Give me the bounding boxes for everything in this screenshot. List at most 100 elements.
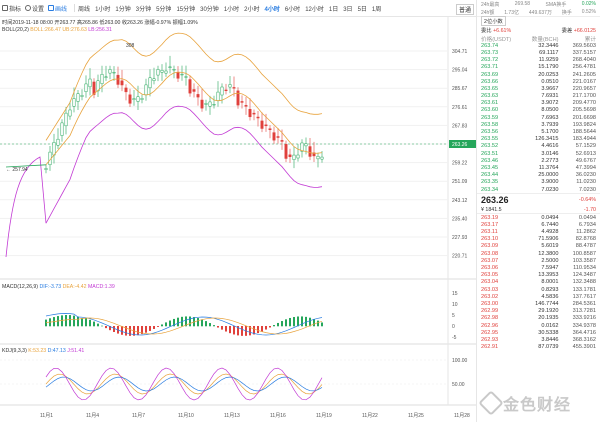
period-option[interactable]: 1日 — [329, 4, 338, 13]
bid-row[interactable]: 263.19 0.0494 0.0494 — [477, 214, 600, 221]
bid-row[interactable]: 262.91 87.0739 455.3901 — [477, 344, 600, 351]
candle-body — [152, 78, 156, 81]
asks-list: 263.74 32.3446 369.5603 263.73 69.1117 337.51… — [477, 42, 600, 193]
ask-row[interactable]: 263.59 7.6963 201.6698 — [477, 114, 600, 121]
ask-row[interactable]: 263.55 126.3415 183.4944 — [477, 136, 600, 143]
period-option[interactable]: 3分钟 — [136, 4, 151, 13]
macd-histogram-bar — [97, 323, 99, 327]
bid-row[interactable]: 263.06 7.5947 110.9534 — [477, 264, 600, 271]
ask-row[interactable]: 263.63 7.6931 217.1700 — [477, 93, 600, 100]
period-option[interactable]: 4小时 — [265, 4, 280, 13]
ask-row[interactable]: 263.58 3.7939 193.9824 — [477, 121, 600, 128]
ask-row[interactable]: 263.73 69.1117 337.5157 — [477, 49, 600, 56]
order-total: 256.4781 — [572, 64, 596, 71]
bid-row[interactable]: 262.96 0.0162 334.9378 — [477, 322, 600, 329]
ask-row[interactable]: 263.65 3.9667 220.9657 — [477, 85, 600, 92]
ask-row[interactable]: 263.60 8.0500 205.5698 — [477, 107, 600, 114]
bid-row[interactable]: 262.99 29.1920 313.7281 — [477, 308, 600, 315]
bid-row[interactable]: 262.95 30.5338 364.4716 — [477, 329, 600, 336]
kdj-axis-label: 100.00 — [452, 358, 468, 364]
ask-row[interactable]: 263.56 5.1700 188.5644 — [477, 128, 600, 135]
candle-body — [120, 80, 124, 86]
watermark-logo-icon — [478, 390, 504, 416]
ask-row[interactable]: 263.35 3.9000 11.0230 — [477, 179, 600, 186]
candle-body — [304, 143, 308, 147]
bid-row[interactable]: 263.03 0.8293 133.1781 — [477, 286, 600, 293]
candle-body — [264, 124, 268, 127]
toolbar-settings-button[interactable]: 设置 — [25, 4, 44, 13]
period-option[interactable]: 5日 — [358, 4, 367, 13]
order-price: 263.58 — [481, 121, 499, 128]
ask-row[interactable]: 263.66 0.0510 221.0167 — [477, 78, 600, 85]
macd-histogram-bar — [69, 315, 71, 327]
order-price: 263.45 — [481, 164, 499, 171]
candle-body — [248, 108, 252, 118]
period-option[interactable]: 1周 — [372, 4, 381, 13]
candle-body — [204, 103, 208, 105]
toolbar-indicator-button[interactable]: 指标 — [2, 4, 21, 13]
order-total: 52.6913 — [575, 150, 596, 157]
stat-high-label: 24h最高 — [481, 1, 500, 8]
bid-row[interactable]: 263.02 4.5836 137.7617 — [477, 293, 600, 300]
period-option[interactable]: 5分钟 — [156, 4, 171, 13]
candle-body — [176, 71, 180, 79]
period-option[interactable]: 15分钟 — [176, 4, 195, 13]
period-option[interactable]: 1小时 — [95, 4, 110, 13]
order-amount: 11.9259 — [538, 57, 559, 64]
candle-body — [88, 78, 92, 88]
ask-row[interactable]: 263.52 4.4616 57.1529 — [477, 143, 600, 150]
order-amount: 69.1117 — [539, 49, 559, 56]
order-price: 263.07 — [481, 257, 499, 264]
toolbar-draw-line-button[interactable]: 画线 — [48, 4, 67, 13]
ask-row[interactable]: 263.46 2.2773 49.6767 — [477, 157, 600, 164]
ask-row[interactable]: 263.74 32.3446 369.5603 — [477, 42, 600, 49]
bid-row[interactable]: 263.04 8.0001 132.3488 — [477, 279, 600, 286]
order-total: 333.9216 — [572, 315, 596, 322]
period-option[interactable]: 2小时 — [244, 4, 259, 13]
ask-row[interactable]: 263.61 3.9072 209.4770 — [477, 100, 600, 107]
toolbar-right-group: 普通 — [455, 4, 474, 15]
candle-body — [136, 96, 140, 102]
ask-row[interactable]: 263.51 3.0146 52.6913 — [477, 150, 600, 157]
bid-row[interactable]: 263.17 6.7440 6.7934 — [477, 221, 600, 228]
bid-row[interactable]: 262.93 3.8446 368.3162 — [477, 336, 600, 343]
period-option[interactable]: 周线 — [78, 4, 90, 13]
date-axis-label: 11月10 — [178, 413, 194, 419]
ask-row[interactable]: 263.44 25.0000 36.0230 — [477, 172, 600, 179]
ask-row[interactable]: 263.72 11.9259 268.4040 — [477, 57, 600, 64]
macd-histogram-bar — [73, 315, 75, 327]
ask-row[interactable]: 263.34 7.0230 7.0230 — [477, 186, 600, 193]
period-option[interactable]: 12小时 — [305, 4, 324, 13]
bid-row[interactable]: 263.10 71.5906 82.8768 — [477, 236, 600, 243]
depth-precision-select[interactable]: 2位小数 — [481, 16, 506, 26]
bid-row[interactable]: 263.11 4.4928 11.2862 — [477, 229, 600, 236]
bid-row[interactable]: 263.00 146.7744 284.5361 — [477, 300, 600, 307]
chart-mode-select[interactable]: 普通 — [455, 4, 474, 15]
bid-row[interactable]: 263.07 2.5000 103.3587 — [477, 257, 600, 264]
order-amount: 7.6931 — [541, 93, 559, 100]
ask-row[interactable]: 263.69 20.0253 241.2605 — [477, 71, 600, 78]
ask-row[interactable]: 263.45 11.3764 47.3994 — [477, 164, 600, 171]
candle-body — [256, 116, 260, 119]
ask-row[interactable]: 263.71 15.1790 256.4781 — [477, 64, 600, 71]
macd-histogram-bar — [297, 316, 299, 327]
period-option[interactable]: 1小时 — [224, 4, 239, 13]
order-amount: 5.1700 — [541, 129, 559, 136]
bid-row[interactable]: 263.05 13.3953 124.3487 — [477, 272, 600, 279]
candlestick-chart-svg[interactable]: 304.71 295.04 285.67 276.61 267.83 263.26 259.… — [0, 17, 476, 422]
period-option[interactable]: 1分钟 — [115, 4, 130, 13]
order-amount: 25.0000 — [538, 172, 559, 179]
bid-row[interactable]: 263.08 12.3800 100.8587 — [477, 250, 600, 257]
order-total: 36.0230 — [575, 172, 596, 179]
bid-row[interactable]: 262.98 20.1935 333.9216 — [477, 315, 600, 322]
period-option[interactable]: 3日 — [343, 4, 352, 13]
period-option[interactable]: 6小时 — [285, 4, 300, 13]
chart-area[interactable]: 时间2019-11-18 08:00 开263.77 高265.86 低263.… — [0, 17, 476, 422]
order-price: 262.98 — [481, 315, 499, 322]
date-axis-label: 11月13 — [224, 413, 240, 419]
order-total: 0.0494 — [578, 214, 596, 221]
candle-body — [108, 69, 112, 74]
period-option[interactable]: 30分钟 — [200, 4, 219, 13]
candle-body — [148, 77, 152, 89]
bid-row[interactable]: 263.09 5.6019 88.4787 — [477, 243, 600, 250]
